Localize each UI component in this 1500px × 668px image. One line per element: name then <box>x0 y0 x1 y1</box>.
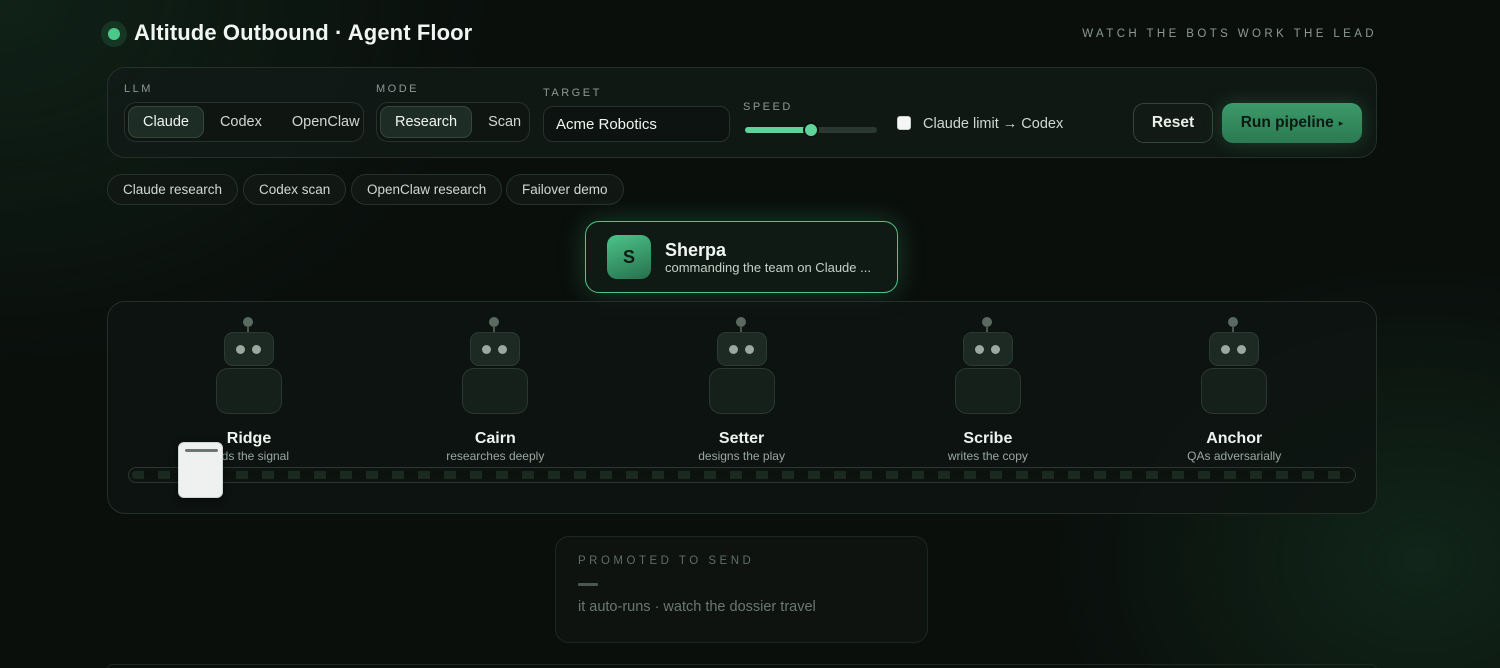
robot-head-icon <box>716 332 767 366</box>
sherpa-card: S Sherpa commanding the team on Claude .… <box>585 221 898 293</box>
promoted-note: it auto-runs · watch the dossier travel <box>578 599 816 615</box>
status-indicator <box>101 21 127 47</box>
speed-slider-thumb[interactable] <box>803 122 819 138</box>
bot-setter: Setter designs the play <box>672 317 812 467</box>
bot-anchor: Anchor QAs adversarially <box>1164 317 1304 467</box>
robot-eye-icon <box>744 345 754 354</box>
preset-failover-demo[interactable]: Failover demo <box>506 174 624 205</box>
conveyor-belt <box>128 467 1356 483</box>
robot-eye-icon <box>990 345 1000 354</box>
mode-label: MODE <box>376 83 419 95</box>
robot-eye-icon <box>252 345 261 354</box>
robot-eye-icon <box>498 345 508 354</box>
preset-claude-research[interactable]: Claude research <box>107 174 239 205</box>
failover-checkbox[interactable] <box>897 116 911 130</box>
robot-head-icon <box>1209 332 1260 366</box>
robot-eye-icon <box>728 345 738 354</box>
preset-openclaw-research[interactable]: OpenClaw research <box>351 174 503 205</box>
llm-selector: Claude Codex OpenClaw <box>124 102 364 142</box>
conveyor-slats <box>132 471 1352 479</box>
bot-scribe: Scribe writes the copy <box>918 317 1058 467</box>
robot-body-icon <box>954 368 1021 414</box>
dossier-document-icon <box>178 442 223 498</box>
promoted-label: PROMOTED TO SEND <box>578 555 755 567</box>
play-caret-icon: ▸ <box>1338 117 1344 128</box>
speed-slider[interactable] <box>745 122 877 138</box>
target-label: TARGET <box>543 87 602 99</box>
speed-slider-fill <box>745 127 811 133</box>
robot-head-icon <box>224 332 274 366</box>
promoted-panel: PROMOTED TO SEND — it auto-runs · watch … <box>555 536 928 643</box>
tagline: WATCH THE BOTS WORK THE LEAD <box>1082 28 1377 40</box>
robot-body-icon <box>216 368 282 414</box>
robot-eye-icon <box>236 345 245 354</box>
bot-cairn: Cairn researches deeply <box>425 317 565 467</box>
mode-option-research[interactable]: Research <box>380 106 473 138</box>
bot-name: Cairn <box>474 430 516 447</box>
control-panel: LLM Claude Codex OpenClaw MODE Research … <box>107 67 1377 158</box>
sherpa-status: commanding the team on Claude ... <box>665 260 871 275</box>
sherpa-avatar: S <box>607 235 651 279</box>
robot-head-icon <box>962 332 1013 366</box>
robot-eye-icon <box>974 345 984 354</box>
llm-option-openclaw[interactable]: OpenClaw <box>278 106 374 138</box>
bot-name: Setter <box>718 430 765 447</box>
mode-option-scan[interactable]: Scan <box>474 106 535 138</box>
robot-body-icon <box>462 368 529 414</box>
mode-selector: Research Scan <box>376 102 530 142</box>
preset-codex-scan[interactable]: Codex scan <box>243 174 347 205</box>
llm-option-claude[interactable]: Claude <box>128 106 204 138</box>
bot-role: designs the play <box>698 449 785 463</box>
speed-label: SPEED <box>743 101 793 113</box>
dossier-header-line <box>185 449 218 452</box>
llm-option-codex[interactable]: Codex <box>206 106 276 138</box>
bot-role: QAs adversarially <box>1187 449 1282 463</box>
robot-body-icon <box>1201 368 1268 414</box>
failover-label: Claude limit → Codex <box>923 116 1064 132</box>
robot-body-icon <box>708 368 775 414</box>
promoted-value: — <box>578 583 598 586</box>
robot-eye-icon <box>1221 345 1231 354</box>
bot-role: writes the copy <box>947 449 1028 463</box>
llm-label: LLM <box>124 83 153 95</box>
robot-head-icon <box>470 332 521 366</box>
bot-name: Anchor <box>1206 430 1263 447</box>
sherpa-name: Sherpa <box>665 240 727 260</box>
robot-eye-icon <box>482 345 492 354</box>
run-pipeline-button[interactable]: Run pipeline ▸ <box>1222 103 1362 143</box>
page-title: Altitude Outbound · Agent Floor <box>134 20 473 45</box>
bot-name: Scribe <box>963 430 1013 447</box>
target-input[interactable]: Acme Robotics <box>543 106 730 142</box>
bot-role: researches deeply <box>446 449 545 463</box>
run-pipeline-label: Run pipeline <box>1240 114 1334 131</box>
robot-eye-icon <box>1237 345 1247 354</box>
next-panel-edge <box>107 664 1377 668</box>
reset-button[interactable]: Reset <box>1133 103 1213 143</box>
